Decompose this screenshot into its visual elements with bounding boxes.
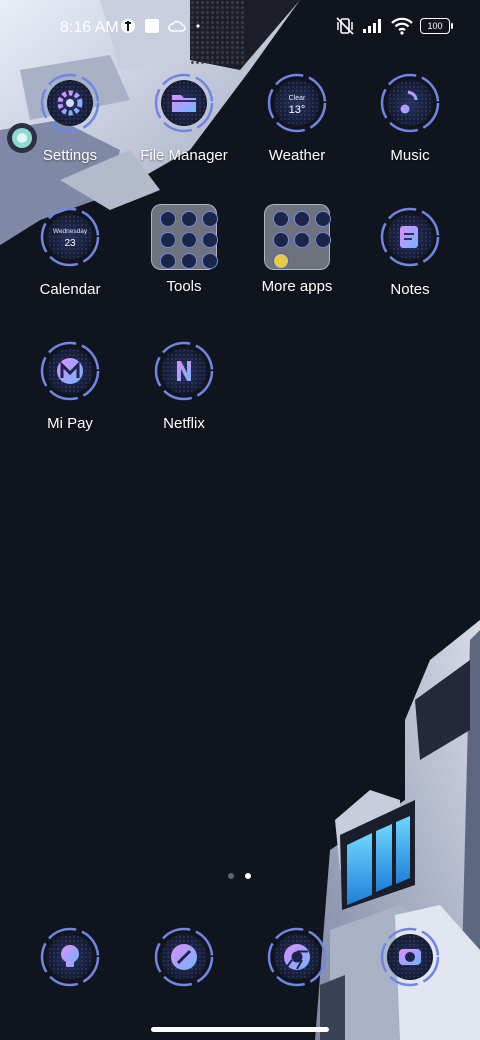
app-weather[interactable]: Clear 13° Weather [241, 73, 353, 164]
mini-app-icon [181, 232, 197, 248]
notes-icon [380, 207, 440, 267]
mini-app-icon [160, 232, 176, 248]
app-notification-icon [121, 19, 135, 33]
folder-more-apps-preview [264, 204, 331, 270]
folder-icon [154, 73, 214, 133]
mini-app-icon [273, 253, 289, 269]
app-file-manager[interactable]: File Manager [128, 73, 240, 164]
app-notes[interactable]: Notes [354, 207, 466, 298]
mini-app-icon [315, 232, 331, 248]
mini-app-icon [160, 253, 176, 269]
app-label: Netflix [163, 415, 205, 432]
dot-icon [196, 24, 200, 28]
battery-icon: 100 [420, 18, 453, 34]
status-bar: 8:16 AM 100 [0, 0, 480, 56]
pencil-icon [154, 927, 214, 987]
folder-tools[interactable]: Tools [128, 204, 240, 295]
mini-app-icon [202, 253, 218, 269]
mini-app-icon [160, 211, 176, 227]
vibrate-icon [336, 17, 354, 35]
dock-app-pencil[interactable] [128, 927, 240, 987]
status-time: 8:16 AM [60, 19, 119, 36]
status-notification-icons [120, 18, 202, 34]
signal-icon [363, 19, 381, 33]
app-label: Tools [166, 278, 202, 295]
page-dot-active[interactable] [245, 873, 251, 879]
mini-app-icon [294, 211, 310, 227]
page-dot[interactable] [228, 873, 234, 879]
weather-icon: Clear 13° [267, 73, 327, 133]
app-mi-pay[interactable]: Mi Pay [14, 341, 126, 432]
mi-pay-icon [40, 341, 100, 401]
app-label: File Manager [140, 147, 228, 164]
status-system-icons: 100 [335, 17, 453, 35]
app-label: More apps [261, 278, 333, 295]
gear-icon [40, 73, 100, 133]
mini-app-icon [181, 211, 197, 227]
dock-app-lightbulb[interactable] [14, 927, 126, 987]
wifi-icon [391, 17, 413, 35]
netflix-icon [154, 341, 214, 401]
mini-app-icon [202, 232, 218, 248]
calendar-day: 23 [64, 238, 76, 249]
weather-condition: Clear [289, 95, 306, 102]
calendar-weekday: Wednesday [53, 228, 88, 235]
dock-app-chrome[interactable] [241, 927, 353, 987]
weather-temperature: 13° [289, 104, 306, 116]
mini-app-icon [315, 211, 331, 227]
folder-tools-preview [151, 204, 218, 270]
lightbulb-icon [40, 927, 100, 987]
mini-app-icon [273, 211, 289, 227]
gesture-navigation-bar[interactable] [151, 1027, 329, 1032]
chrome-icon [267, 927, 327, 987]
page-indicator [228, 873, 251, 879]
app-label: Calendar [39, 281, 101, 298]
camera-icon [380, 927, 440, 987]
app-calendar[interactable]: Wednesday 23 Calendar [14, 207, 126, 298]
app-label: Mi Pay [47, 415, 93, 432]
app-netflix[interactable]: Netflix [128, 341, 240, 432]
cloud-icon [168, 20, 186, 32]
mini-app-icon [273, 232, 289, 248]
mini-app-icon [181, 253, 197, 269]
music-note-icon [380, 73, 440, 133]
app-label: Notes [390, 281, 430, 298]
dock-app-camera[interactable] [354, 927, 466, 987]
mini-app-icon [202, 211, 218, 227]
app-music[interactable]: Music [354, 73, 466, 164]
app-label: Weather [268, 147, 326, 164]
app-settings[interactable]: Settings [14, 73, 126, 164]
mini-app-icon [294, 232, 310, 248]
square-notification-icon [145, 19, 159, 33]
calendar-icon: Wednesday 23 [40, 207, 100, 267]
folder-more-apps[interactable]: More apps [241, 204, 353, 295]
app-label: Settings [42, 147, 98, 164]
app-label: Music [390, 147, 430, 164]
